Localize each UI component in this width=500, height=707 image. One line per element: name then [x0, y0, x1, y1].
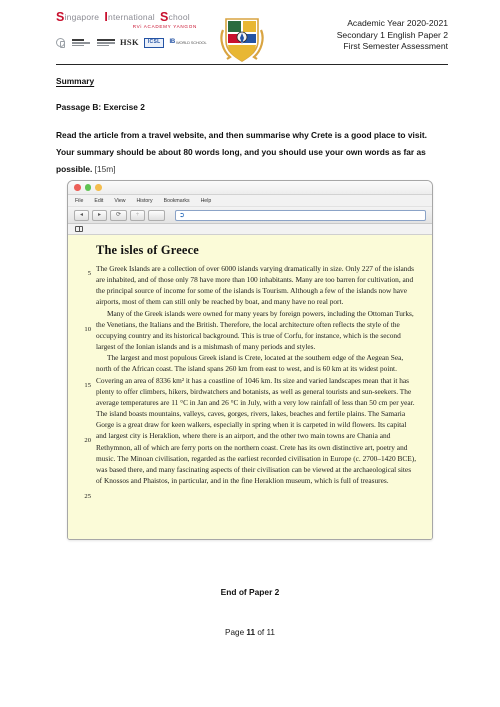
school-logo-subtitle: RVi ACADEMY YANGON	[132, 24, 197, 29]
menu-item-history[interactable]: History	[136, 198, 152, 204]
academic-year-line: Academic Year 2020-2021	[347, 18, 448, 28]
page-total: 11	[266, 628, 275, 637]
logo-cap-s1: S	[56, 10, 65, 24]
article-paragraph-1: The Greek Islands are a collection of ov…	[96, 264, 414, 307]
accreditation-hsk-logo: HSK	[120, 36, 139, 47]
header-divider	[56, 64, 448, 65]
address-bar[interactable]: ➲	[175, 209, 426, 221]
marks-allocation: [15m]	[94, 164, 116, 174]
browser-bookmarks-bar[interactable]	[68, 224, 432, 235]
end-of-paper-text: End of Paper 2	[220, 587, 280, 597]
logo-rest-international: nternational	[108, 12, 155, 22]
page-prefix: Page	[225, 628, 247, 637]
article-paragraph-3: The largest and most populous Greek isla…	[96, 353, 417, 485]
article-paragraph-2: Many of the Greek islands were owned for…	[96, 308, 414, 352]
accreditation-icsl-logo: ICSL	[143, 37, 165, 48]
logo-cap-s2: S	[160, 10, 169, 24]
subject-paper-line: Secondary 1 English Paper 2	[336, 29, 448, 40]
browser-toolbar: ◂ ▸ ⟳ + ➲	[68, 207, 432, 224]
line-number-20: 20	[84, 437, 91, 445]
page-mid: of	[255, 628, 267, 637]
reload-button-icon[interactable]: ⟳	[110, 209, 127, 221]
exam-header-info: Academic Year 2020-2021 Secondary 1 Engl…	[337, 18, 448, 53]
menu-item-edit[interactable]: Edit	[94, 198, 103, 204]
back-button-icon[interactable]: ◂	[74, 209, 89, 221]
close-window-button[interactable]	[74, 184, 81, 191]
article-content: 5 10 15 20 25 The isles of Greece The Gr…	[68, 235, 432, 539]
section-title-summary: Summary	[56, 76, 95, 86]
page-header: Singapore International School RVi ACADE…	[56, 10, 448, 64]
question-instruction: Read the article from a travel website, …	[56, 127, 441, 178]
menu-item-help[interactable]: Help	[201, 198, 212, 204]
page-current: 11	[246, 628, 256, 637]
browser-titlebar	[68, 181, 432, 195]
blank-toolbar-button[interactable]	[148, 209, 165, 221]
menu-item-view[interactable]: View	[114, 198, 125, 204]
passage-label: Passage B: Exercise 2	[56, 102, 145, 112]
menu-item-bookmarks[interactable]: Bookmarks	[164, 198, 190, 204]
line-number-gutter: 5 10 15 20 25	[77, 268, 91, 539]
page-number-footer: Page 11 of 11	[0, 628, 500, 637]
question-block: Summary Passage B: Exercise 2 Read the a…	[56, 76, 448, 178]
bookmark-icon[interactable]	[75, 226, 83, 232]
accreditation-ib-logo: IB WORLD SCHOOL	[169, 38, 207, 45]
add-button-icon[interactable]: +	[130, 209, 145, 221]
zoom-window-button[interactable]	[95, 184, 102, 191]
article-body: The Greek Islands are a collection of ov…	[96, 263, 418, 486]
line-number-25: 25	[84, 493, 91, 500]
line-number-15: 15	[84, 381, 91, 389]
logo-rest-singapore: ingapore	[64, 12, 100, 22]
menu-item-file[interactable]: File	[75, 198, 83, 204]
exam-paper-page: Singapore International School RVi ACADE…	[0, 0, 500, 707]
browser-window: File Edit View History Bookmarks Help ◂ …	[67, 180, 433, 540]
accreditation-cambridge-icon	[95, 38, 115, 48]
logo-rest-school: chool	[168, 12, 190, 22]
line-number-5: 5	[87, 270, 91, 277]
forward-button-icon[interactable]: ▸	[92, 209, 107, 221]
article-title: The isles of Greece	[96, 243, 200, 257]
browser-menubar: File Edit View History Bookmarks Help	[68, 195, 432, 207]
line-number-10: 10	[84, 325, 91, 333]
minimize-window-button[interactable]	[84, 184, 91, 191]
accreditation-seal-icon	[56, 38, 65, 48]
assessment-line: First Semester Assessment	[343, 41, 448, 52]
page-favicon-icon: ➲	[179, 211, 185, 219]
school-crest-icon	[220, 18, 264, 62]
accreditation-seal-text-icon	[70, 38, 90, 48]
